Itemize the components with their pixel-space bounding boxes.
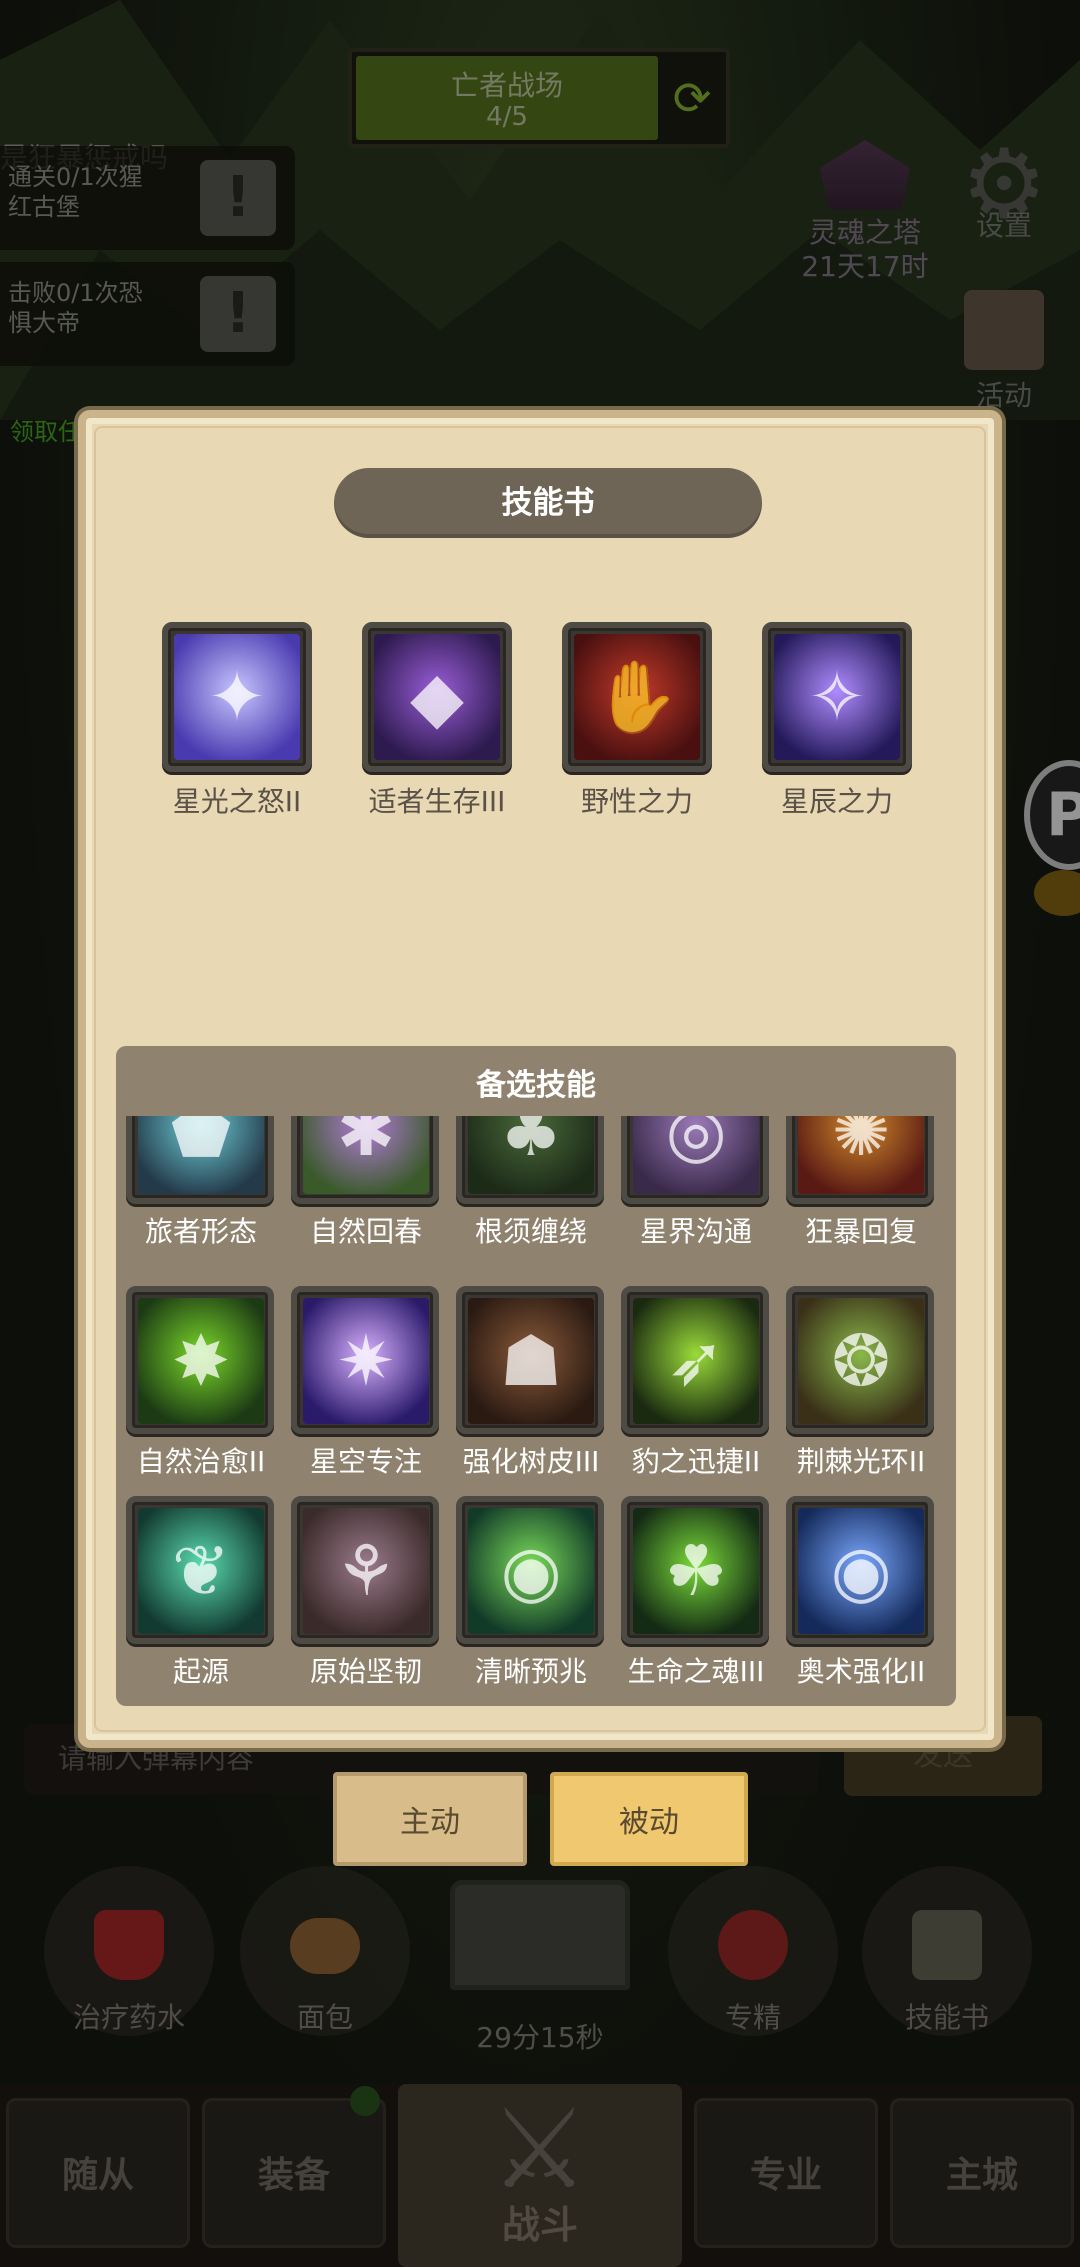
skill-tile[interactable]: ☘ 生命之魂III	[621, 1496, 771, 1690]
skill-name: 原始坚韧	[309, 1655, 422, 1688]
leaf-icon: ❦	[171, 1530, 231, 1612]
starfall-icon: ✦	[207, 656, 267, 738]
skill-tile[interactable]: ⬟ 旅者形态	[126, 1116, 276, 1250]
skill-tile[interactable]: ◎ 星界沟通	[621, 1116, 771, 1250]
skill-name: 根须缠绕	[474, 1215, 587, 1248]
skill-frame: ❂	[786, 1286, 934, 1434]
skill-tile[interactable]: ☗ 强化树皮III	[456, 1286, 606, 1480]
skill-book-dialog: 技能书 ✦ 星光之怒II ◆ 适者生存III ✋ 野性之力 ✧ 星辰之力 备选技能 ⬟ 旅者形态…	[78, 410, 1002, 1748]
skill-frame: ◆	[362, 622, 512, 772]
nature-heal-icon: ✸	[171, 1320, 231, 1402]
skill-frame: ☘	[621, 1496, 769, 1644]
life-spirit-icon: ☘	[664, 1530, 728, 1612]
roots-icon: ♣	[499, 1116, 563, 1172]
skill-frame: ☗	[456, 1286, 604, 1434]
star-crystal-icon: ✧	[807, 656, 867, 738]
blue-eye-icon: ◉	[830, 1530, 892, 1612]
skill-frame: ❦	[126, 1496, 274, 1644]
skill-tile[interactable]: ✸ 自然治愈II	[126, 1286, 276, 1480]
skill-name: 荆棘光环II	[796, 1445, 926, 1478]
skill-name: 生命之魂III	[627, 1655, 765, 1688]
star-focus-icon: ✷	[336, 1320, 396, 1402]
skill-frame: ◉	[456, 1496, 604, 1644]
travel-form-icon: ⬟	[170, 1116, 232, 1172]
skill-frame: ✋	[562, 622, 712, 772]
skill-tile[interactable]: ❂ 荆棘光环II	[786, 1286, 936, 1480]
skill-name: 强化树皮III	[462, 1445, 600, 1478]
skill-name: 豹之迅捷II	[631, 1445, 761, 1478]
skill-frame: ✸	[126, 1286, 274, 1434]
frenzy-icon: ✺	[831, 1116, 891, 1172]
skill-tile[interactable]: ♣ 根须缠绕	[456, 1116, 606, 1250]
tab-passive-skills[interactable]: 被动	[550, 1772, 748, 1866]
skill-tile[interactable]: ✺ 狂暴回复	[786, 1116, 936, 1250]
reserve-skills-panel: 备选技能 ⬟ 旅者形态 ✱ 自然回春 ♣ 根须缠绕 ◎ 星界沟通 ✺ 狂暴回复 ✸ 自然治愈II ✷ 星空…	[116, 1046, 956, 1706]
skill-tile[interactable]: ✋ 野性之力	[562, 622, 712, 820]
primal-claw-icon: ⚘	[334, 1530, 398, 1612]
skill-tile[interactable]: ✧ 星辰之力	[762, 622, 912, 820]
skill-frame: ✧	[762, 622, 912, 772]
skill-frame: ✷	[291, 1286, 439, 1434]
skill-name: 奥术强化II	[796, 1655, 926, 1688]
skill-tile[interactable]: ⚘ 原始坚韧	[291, 1496, 441, 1690]
skill-frame: ⬟	[126, 1116, 274, 1204]
skill-frame: ◎	[621, 1116, 769, 1204]
skill-frame: ✱	[291, 1116, 439, 1204]
astral-icon: ◎	[665, 1116, 727, 1172]
skill-name: 自然治愈II	[136, 1445, 266, 1478]
skill-frame: ◉	[786, 1496, 934, 1644]
reserve-title: 备选技能	[476, 1068, 596, 1103]
skill-tile[interactable]: ✦ 星光之怒II	[162, 622, 312, 820]
skill-name: 清晰预兆	[474, 1655, 587, 1688]
skill-tile[interactable]: ✷ 星空专注	[291, 1286, 441, 1480]
skill-name: 星空专注	[309, 1445, 422, 1478]
leopard-icon: ➶	[666, 1320, 726, 1402]
skill-frame: ➶	[621, 1286, 769, 1434]
barkskin-icon: ☗	[499, 1320, 563, 1402]
skill-tile[interactable]: ◉ 奥术强化II	[786, 1496, 936, 1690]
thorns-icon: ❂	[831, 1320, 891, 1402]
claw-icon: ✋	[593, 656, 681, 738]
skill-name: 旅者形态	[144, 1215, 257, 1248]
rejuvenation-icon: ✱	[336, 1116, 396, 1172]
skill-tile[interactable]: ◆ 适者生存III	[362, 622, 512, 820]
reserve-skills-grid[interactable]: ⬟ 旅者形态 ✱ 自然回春 ♣ 根须缠绕 ◎ 星界沟通 ✺ 狂暴回复 ✸ 自然治愈II ✷ 星空专注 ☗ 强化…	[116, 1116, 956, 1696]
serpent-icon: ◆	[410, 656, 464, 738]
skill-name: 狂暴回复	[804, 1215, 917, 1248]
tab-active-skills[interactable]: 主动	[333, 1772, 527, 1866]
skill-frame: ✦	[162, 622, 312, 772]
green-eye-icon: ◉	[500, 1530, 562, 1612]
skill-name: 星光之怒II	[172, 785, 302, 818]
skill-tile[interactable]: ◉ 清晰预兆	[456, 1496, 606, 1690]
dialog-title: 技能书	[334, 468, 762, 538]
skill-tile[interactable]: ✱ 自然回春	[291, 1116, 441, 1250]
skill-tile[interactable]: ➶ 豹之迅捷II	[621, 1286, 771, 1480]
skill-name: 起源	[172, 1655, 229, 1688]
skill-frame: ⚘	[291, 1496, 439, 1644]
skill-name: 星界沟通	[639, 1215, 752, 1248]
skill-name: 适者生存III	[368, 785, 506, 818]
skill-name: 野性之力	[580, 785, 693, 818]
skill-frame: ♣	[456, 1116, 604, 1204]
skill-frame: ✺	[786, 1116, 934, 1204]
skill-tile[interactable]: ❦ 起源	[126, 1496, 276, 1690]
skill-name: 星辰之力	[780, 785, 893, 818]
skill-name: 自然回春	[309, 1215, 422, 1248]
